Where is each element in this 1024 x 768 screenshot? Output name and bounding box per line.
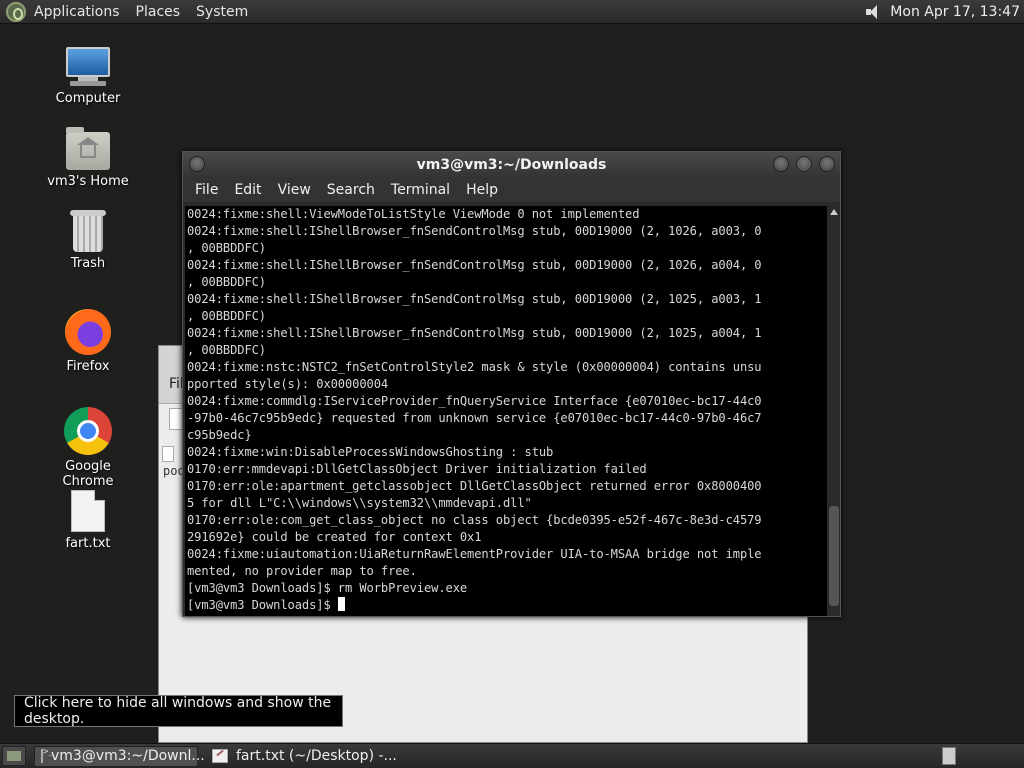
scrollbar-thumb[interactable] xyxy=(829,506,839,606)
terminal-line: , 00BBDDFC) xyxy=(187,241,266,255)
chrome-icon xyxy=(64,407,112,455)
terminal-menu-view[interactable]: View xyxy=(270,182,319,198)
terminal-line: 0024:fixme:commdlg:IServiceProvider_fnQu… xyxy=(187,394,762,408)
text-editor-doc-icon xyxy=(162,446,174,462)
terminal-line: [vm3@vm3 Downloads]$ rm WorbPreview.exe xyxy=(187,581,468,595)
menu-places[interactable]: Places xyxy=(128,4,189,20)
terminal-icon xyxy=(41,747,54,763)
text-editor-toolbar-button[interactable] xyxy=(169,408,183,430)
clock[interactable]: Mon Apr 17, 13:47 xyxy=(890,4,1020,20)
close-button[interactable] xyxy=(819,156,835,172)
terminal-line: 0024:fixme:shell:IShellBrowser_fnSendCon… xyxy=(187,224,762,238)
terminal-menu-help[interactable]: Help xyxy=(458,182,506,198)
desktop-icon-label: Google Chrome xyxy=(62,459,114,489)
desktop-icon-label: Computer xyxy=(55,91,121,106)
terminal-line: 0170:err:ole:com_get_class_object no cla… xyxy=(187,513,762,527)
taskbar-item-label: fart.txt (~/Desktop) -... xyxy=(236,748,397,764)
trash-icon xyxy=(70,210,106,252)
terminal-line: 291692e} could be created for context 0x… xyxy=(187,530,482,544)
terminal-lines: 0024:fixme:shell:ViewModeToListStyle Vie… xyxy=(187,206,827,614)
desktop-icon-label: Trash xyxy=(70,256,106,271)
scroll-up-icon[interactable] xyxy=(828,206,840,218)
taskbar-item-label: vm3@vm3:~/Downl... xyxy=(51,748,205,764)
terminal-menu-file[interactable]: File xyxy=(187,182,226,198)
terminal-scrollbar[interactable] xyxy=(828,206,840,616)
minimize-button[interactable] xyxy=(773,156,789,172)
terminal-line: , 00BBDDFC) xyxy=(187,275,266,289)
terminal-titlebar[interactable]: vm3@vm3:~/Downloads xyxy=(183,152,840,178)
desktop-icon-chrome[interactable]: Google Chrome xyxy=(38,407,138,489)
taskbar-item-text-editor[interactable]: fart.txt (~/Desktop) -... xyxy=(206,746,403,767)
computer-icon xyxy=(64,47,112,87)
terminal-line: 0024:fixme:win:DisableProcessWindowsGhos… xyxy=(187,445,554,459)
show-desktop-tooltip: Click here to hide all windows and show … xyxy=(14,695,343,727)
text-editor-icon xyxy=(212,749,228,763)
terminal-menubar: File Edit View Search Terminal Help xyxy=(183,178,840,202)
terminal-line: 0024:fixme:uiautomation:UiaReturnRawElem… xyxy=(187,547,762,561)
distro-logo-icon[interactable] xyxy=(6,1,26,22)
terminal-line: 0024:fixme:nstc:NSTC2_fnSetControlStyle2… xyxy=(187,360,762,374)
terminal-line: mented, no provider map to free. xyxy=(187,564,417,578)
terminal-line: [vm3@vm3 Downloads]$ xyxy=(187,597,827,614)
terminal-line: 0024:fixme:shell:ViewModeToListStyle Vie… xyxy=(187,207,640,221)
desktop-icon-label: vm3's Home xyxy=(47,174,129,189)
maximize-button[interactable] xyxy=(796,156,812,172)
terminal-cursor xyxy=(337,597,345,611)
trash-applet-icon[interactable] xyxy=(942,747,956,765)
terminal-title: vm3@vm3:~/Downloads xyxy=(416,157,607,173)
terminal-line: , 00BBDDFC) xyxy=(187,343,266,357)
show-desktop-button[interactable] xyxy=(2,746,26,766)
menu-applications[interactable]: Applications xyxy=(26,4,128,20)
firefox-icon xyxy=(65,309,111,355)
home-folder-icon xyxy=(66,127,110,170)
desktop-icon-home[interactable]: vm3's Home xyxy=(38,127,138,189)
volume-icon[interactable] xyxy=(864,4,882,20)
terminal-menu-terminal[interactable]: Terminal xyxy=(383,182,458,198)
terminal-line: 5 for dll L"C:\\windows\\system32\\mmdev… xyxy=(187,496,532,510)
terminal-line: c95b9edc} xyxy=(187,428,252,442)
desktop-icon-label: Firefox xyxy=(66,359,110,374)
desktop-icon-trash[interactable]: Trash xyxy=(38,210,138,271)
terminal-line: , 00BBDDFC) xyxy=(187,309,266,323)
desktop-icon-label: fart.txt xyxy=(65,536,111,551)
terminal-line: 0170:err:mmdevapi:DllGetClassObject Driv… xyxy=(187,462,647,476)
window-menu-button[interactable] xyxy=(189,156,205,172)
text-file-icon xyxy=(71,490,105,532)
terminal-line: 0024:fixme:shell:IShellBrowser_fnSendCon… xyxy=(187,258,762,272)
menu-system[interactable]: System xyxy=(188,4,256,20)
terminal-menu-edit[interactable]: Edit xyxy=(226,182,269,198)
terminal-line: 0170:err:ole:apartment_getclassobject Dl… xyxy=(187,479,762,493)
taskbar-item-terminal[interactable]: vm3@vm3:~/Downl... xyxy=(34,745,205,767)
terminal-window[interactable]: vm3@vm3:~/Downloads File Edit View Searc… xyxy=(182,151,841,617)
desktop-icon-computer[interactable]: Computer xyxy=(38,47,138,106)
terminal-line: -97b0-46c7c95b9edc} requested from unkno… xyxy=(187,411,762,425)
terminal-line: 0024:fixme:shell:IShellBrowser_fnSendCon… xyxy=(187,326,762,340)
terminal-line: 0024:fixme:shell:IShellBrowser_fnSendCon… xyxy=(187,292,762,306)
top-panel: Applications Places System Mon Apr 17, 1… xyxy=(0,0,1024,24)
desktop-icon-firefox[interactable]: Firefox xyxy=(38,309,138,374)
terminal-output[interactable]: 0024:fixme:shell:ViewModeToListStyle Vie… xyxy=(185,206,827,616)
terminal-menu-search[interactable]: Search xyxy=(319,182,383,198)
terminal-line: pported style(s): 0x00000004 xyxy=(187,377,389,391)
desktop-icon-fart-txt[interactable]: fart.txt xyxy=(38,490,138,551)
bottom-panel: vm3@vm3:~/Downl... fart.txt (~/Desktop) … xyxy=(0,743,1024,768)
